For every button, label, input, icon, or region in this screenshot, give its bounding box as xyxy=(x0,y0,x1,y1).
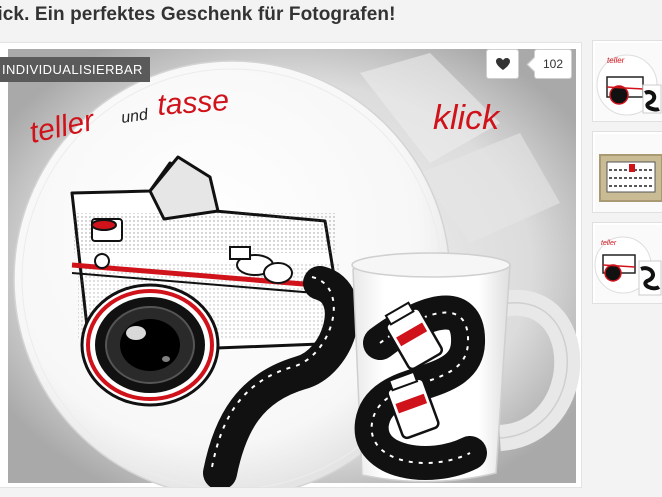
product-image-card[interactable]: teller und tasse klick INDIVIDUALISIERBA… xyxy=(0,42,582,488)
thumbnail-gallery: teller teller xyxy=(592,40,662,313)
thumbnail-plate-and-mug[interactable]: teller xyxy=(592,40,662,122)
svg-text:teller: teller xyxy=(601,240,617,247)
svg-text:teller: teller xyxy=(607,56,625,65)
like-button[interactable] xyxy=(486,49,519,79)
thumbnail-gift-box[interactable] xyxy=(592,131,662,213)
product-image[interactable]: teller und tasse klick xyxy=(0,43,582,488)
thumbnail-plate-and-mug-alt[interactable]: teller xyxy=(592,222,662,304)
page-title: lick. Ein perfektes Geschenk für Fotogra… xyxy=(0,4,396,25)
klick-lettering: klick xyxy=(433,99,501,137)
heart-icon xyxy=(495,58,510,70)
like-count: 102 xyxy=(534,49,572,79)
personalizable-badge: INDIVIDUALISIERBAR xyxy=(0,57,150,82)
svg-text:tasse: tasse xyxy=(156,84,230,122)
